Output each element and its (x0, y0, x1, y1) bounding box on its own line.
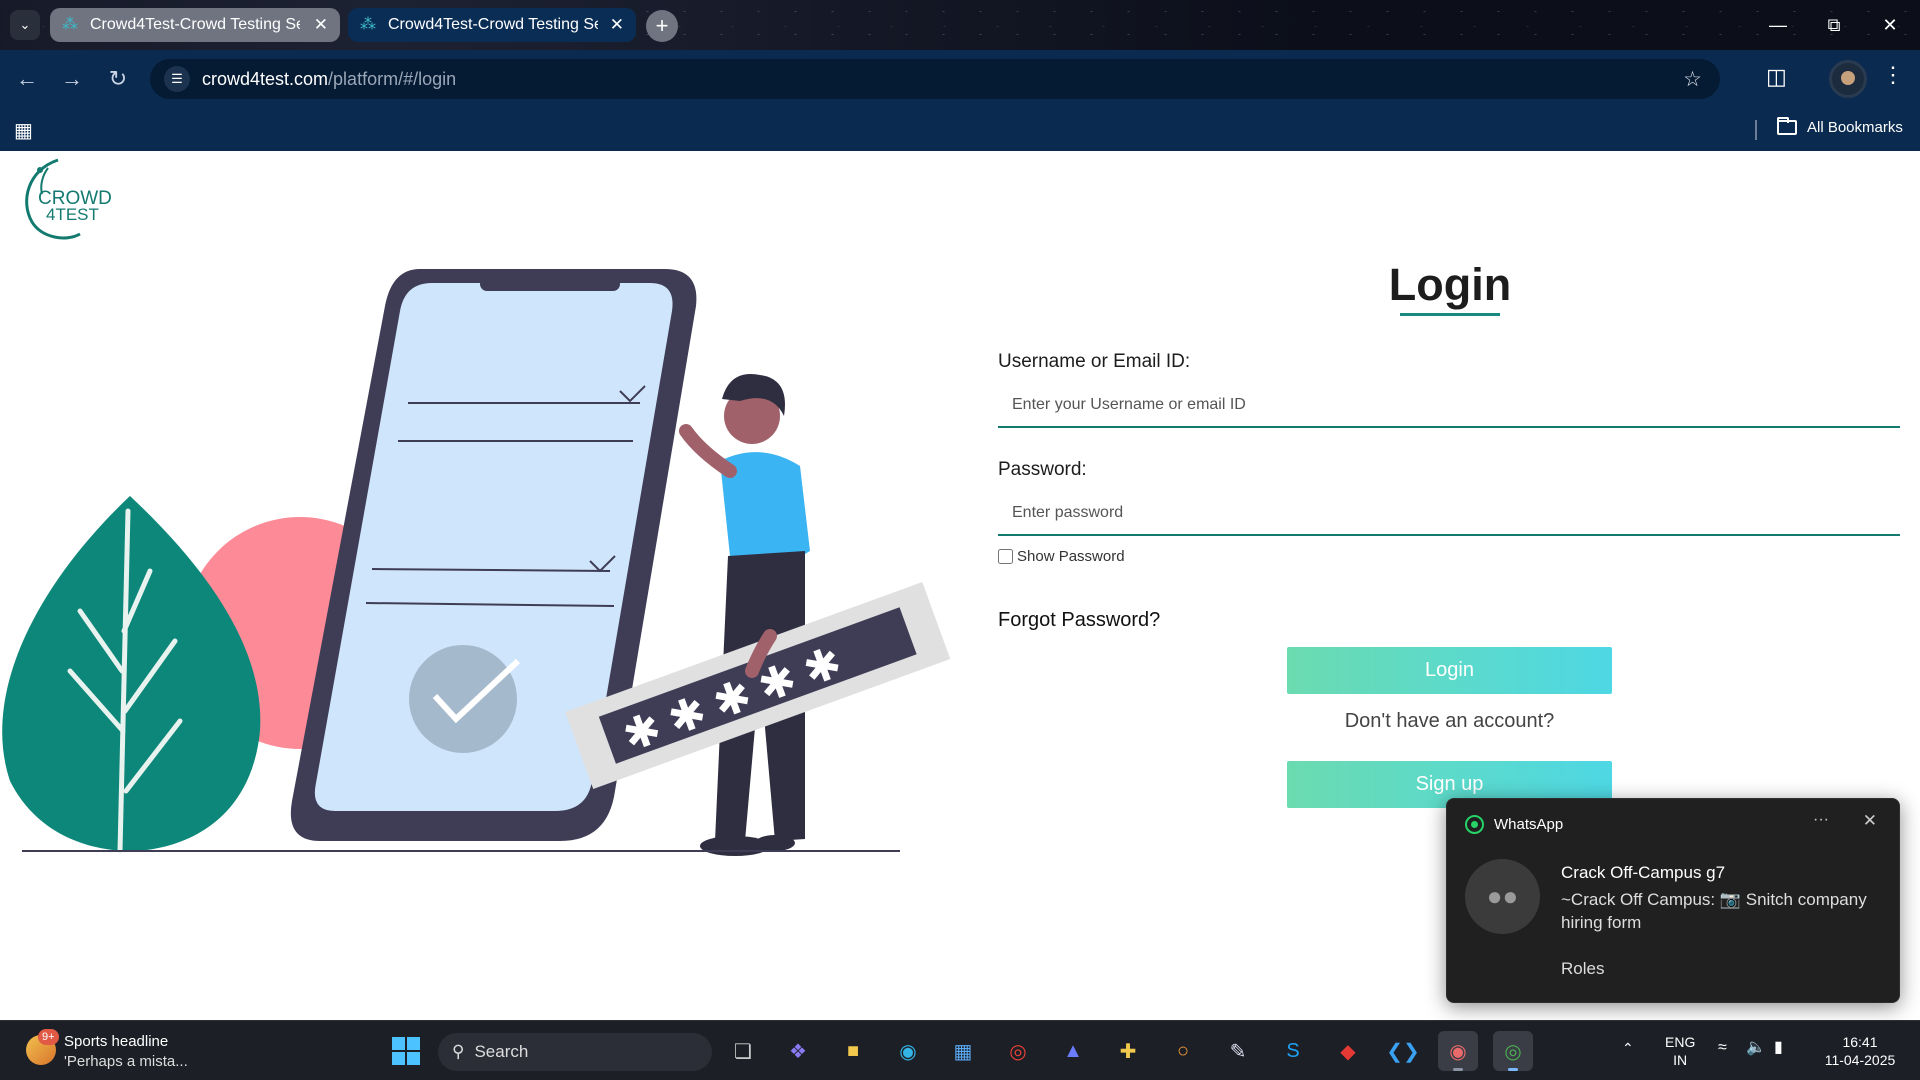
edge-icon[interactable]: ◉ (888, 1031, 928, 1071)
back-arrow-icon[interactable]: ← (12, 64, 42, 94)
widget-headline: Sports headline (64, 1033, 169, 1050)
site-info-icon[interactable]: ☰ (164, 66, 190, 92)
password-input[interactable] (998, 492, 1900, 536)
copilot-icon[interactable]: ❖ (778, 1031, 818, 1071)
group-avatar-icon: ●● (1465, 859, 1540, 934)
mcafee-icon[interactable]: ◆ (1328, 1031, 1368, 1071)
language-code: ENG (1665, 1034, 1696, 1050)
url-host: crowd4test.com (202, 68, 329, 89)
search-icon: ⚲ (452, 1042, 465, 1061)
crowd4test-favicon-icon: ⁂ (62, 16, 78, 33)
wifi-icon[interactable]: ≈ (1718, 1039, 1727, 1057)
search-label: Search (474, 1042, 529, 1061)
restore-icon[interactable]: ⧉ (1806, 0, 1862, 50)
tab-crowd4test-1[interactable]: ⁂ Crowd4Test-Crowd Testing Serv ✕ (50, 8, 340, 42)
tab-title: Crowd4Test-Crowd Testing Serv (90, 16, 300, 33)
crowd4test-favicon-icon: ⁂ (360, 16, 376, 33)
show-password-toggle[interactable]: Show Password (998, 548, 1125, 565)
close-tab-icon[interactable]: ✕ (314, 15, 328, 35)
notification-header: WhatsApp (1465, 815, 1563, 834)
bookmark-star-icon[interactable]: ☆ (1683, 67, 1702, 92)
minimize-icon[interactable]: — (1750, 0, 1806, 50)
login-button[interactable]: Login (1287, 647, 1612, 694)
vscode-icon[interactable]: ❮❯ (1383, 1031, 1423, 1071)
tab-title: Crowd4Test-Crowd Testing Serv (388, 16, 598, 33)
login-illustration: ✱✱ ✱✱ ✱ (2, 269, 950, 856)
chrome-active-icon[interactable]: ◎ (1493, 1031, 1533, 1071)
chrome-icon[interactable]: ◎ (998, 1031, 1038, 1071)
extensions-puzzle-icon[interactable]: ◫ (1766, 64, 1787, 90)
folder-icon (1777, 117, 1797, 135)
address-bar[interactable]: ☰ crowd4test.com/platform/#/login ☆ (150, 59, 1720, 99)
menu-kebab-icon[interactable]: ⋮ (1882, 62, 1904, 88)
all-bookmarks-button[interactable]: All Bookmarks (1777, 117, 1903, 136)
no-account-text: Don't have an account? (1344, 710, 1555, 732)
store-icon[interactable]: ▦ (943, 1031, 983, 1071)
forgot-password-link[interactable]: Forgot Password? (998, 609, 1160, 632)
url-path: /platform/#/login (328, 68, 457, 89)
tray-chevron-icon[interactable]: ⌃ (1622, 1039, 1634, 1057)
password-label: Password: (998, 459, 1087, 480)
apps-grid-icon[interactable]: ▦ (14, 118, 33, 143)
clock[interactable]: 16:41 11-04-2025 (1810, 1033, 1910, 1069)
reload-icon[interactable]: ↻ (103, 64, 133, 94)
new-tab-button[interactable]: + (646, 10, 678, 42)
all-bookmarks-label: All Bookmarks (1807, 119, 1903, 136)
tab-strip: ⌄ ⁂ Crowd4Test-Crowd Testing Serv ✕ ⁂ Cr… (0, 0, 1920, 50)
game-app-icon[interactable]: ✚ (1108, 1031, 1148, 1071)
news-widget[interactable]: 9+ Sports headline 'Perhaps a mista... (20, 1029, 210, 1073)
show-password-checkbox[interactable] (998, 549, 1013, 564)
close-tab-icon[interactable]: ✕ (610, 15, 624, 35)
close-notification-icon[interactable]: ✕ (1863, 811, 1877, 831)
notification-app-name: WhatsApp (1494, 816, 1564, 833)
crowd4test-logo[interactable]: CROWD 4TEST (18, 156, 118, 241)
windows-taskbar: 9+ Sports headline 'Perhaps a mista... ⚲… (0, 1020, 1920, 1080)
profile-avatar[interactable] (1829, 60, 1867, 98)
tab-search-chevron-icon[interactable]: ⌄ (10, 10, 40, 40)
document-app-icon[interactable]: ✎ (1218, 1031, 1258, 1071)
region-code: IN (1673, 1052, 1688, 1068)
show-password-label: Show Password (1017, 548, 1125, 565)
widget-subtext: 'Perhaps a mista... (64, 1053, 188, 1070)
login-heading: Login (1340, 259, 1560, 316)
logo-text-4test: 4TEST (46, 205, 99, 224)
start-windows-icon[interactable] (386, 1031, 426, 1071)
clock-time: 16:41 (1842, 1034, 1878, 1050)
visual-studio-icon[interactable]: ▲ (1053, 1031, 1093, 1071)
tab-crowd4test-2[interactable]: ⁂ Crowd4Test-Crowd Testing Serv ✕ (348, 8, 636, 42)
more-options-icon[interactable]: ··· (1813, 811, 1829, 829)
username-label: Username or Email ID: (998, 351, 1191, 372)
browser-toolbar: ← → ↻ ☰ crowd4test.com/platform/#/login … (0, 50, 1920, 108)
notification-title: Crack Off-Campus g7 (1561, 863, 1726, 882)
volume-icon[interactable]: 🔈 (1746, 1039, 1766, 1057)
language-indicator[interactable]: ENG IN (1665, 1033, 1695, 1069)
whatsapp-notification[interactable]: WhatsApp ··· ✕ ●● Crack Off-Campus g7 ~C… (1446, 798, 1900, 1003)
bookmarks-divider (1755, 120, 1757, 140)
clock-date: 11-04-2025 (1824, 1052, 1896, 1068)
search-circle-icon[interactable]: ○ (1163, 1031, 1203, 1071)
forward-arrow-icon[interactable]: → (57, 64, 87, 94)
notification-message: ~Crack Off Campus: 📷 Snitch company hiri… (1561, 890, 1867, 932)
skype-icon[interactable]: S (1273, 1031, 1313, 1071)
username-input[interactable] (998, 384, 1900, 428)
close-window-icon[interactable]: ✕ (1862, 0, 1918, 50)
battery-icon[interactable]: ▮ (1774, 1039, 1783, 1057)
recorder-icon[interactable]: ◉ (1438, 1031, 1478, 1071)
whatsapp-icon (1465, 815, 1484, 834)
task-view-icon[interactable]: ❏ (723, 1031, 763, 1071)
taskbar-search-box[interactable]: ⚲ Search (438, 1033, 712, 1071)
bookmarks-bar: ▦ All Bookmarks (0, 108, 1920, 151)
notification-footer: Roles (1561, 959, 1605, 978)
file-explorer-icon[interactable]: ■ (833, 1031, 873, 1071)
notification-badge: 9+ (38, 1029, 59, 1045)
